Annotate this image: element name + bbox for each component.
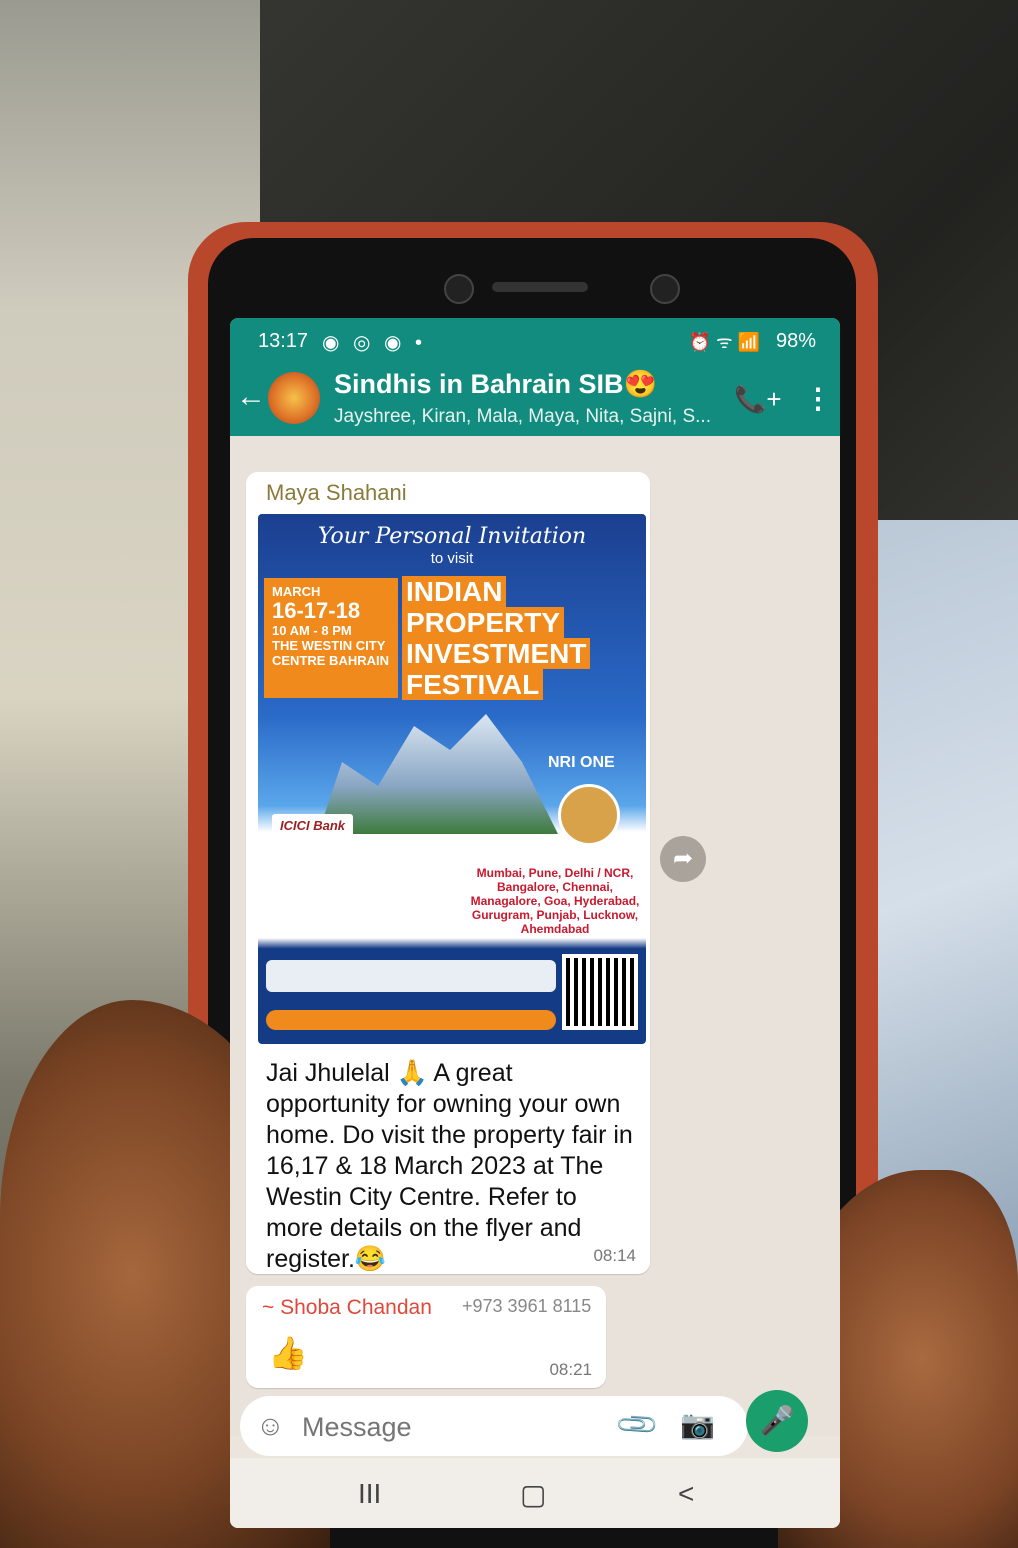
sender-name: ~ Shoba Chandan <box>262 1296 432 1319</box>
notification-icons: ◉ ◎ ◉ • <box>322 332 427 354</box>
flyer-seal <box>558 784 620 846</box>
flyer-title-line: INDIAN <box>402 576 507 607</box>
chat-area[interactable]: Maya Shahani Your Personal Invitation to… <box>230 436 840 1436</box>
sender-name: Maya Shahani <box>266 480 407 505</box>
flyer-to-visit: to visit <box>430 550 474 567</box>
message-bubble[interactable]: ~ Shoba Chandan +973 3961 8115 👍 08:21 <box>246 1286 606 1388</box>
message-time: 08:14 <box>593 1246 636 1265</box>
sensor <box>650 274 680 304</box>
message-bubble[interactable]: Maya Shahani Your Personal Invitation to… <box>246 472 650 1274</box>
group-avatar[interactable] <box>268 372 320 424</box>
back-button[interactable]: < <box>678 1478 694 1510</box>
emoji-icon[interactable]: ☺ <box>256 1410 285 1442</box>
flyer-contact-strip <box>266 1010 556 1030</box>
message-time: 08:21 <box>549 1360 592 1379</box>
group-members[interactable]: Jayshree, Kiran, Mala, Maya, Nita, Sajni… <box>334 406 711 428</box>
signal-icons: ⏰ ᯤ 📶 <box>688 332 760 352</box>
status-bar: 13:17 ◉ ◎ ◉ • ⏰ ᯤ 📶 98% <box>230 318 840 362</box>
flyer-bank-logo: ICICI Bank <box>272 814 354 837</box>
flyer-month: MARCH <box>272 584 321 599</box>
flyer-image[interactable]: Your Personal Invitation to visit MARCH … <box>258 514 646 1044</box>
sender-phone: +973 3961 8115 <box>462 1296 592 1316</box>
flyer-title-line: INVESTMENT <box>402 638 591 669</box>
phone-screen: 13:17 ◉ ◎ ◉ • ⏰ ᯤ 📶 98% ← Sindhis in Bah… <box>230 318 840 1528</box>
attach-icon[interactable]: 📎 <box>613 1401 661 1449</box>
add-call-icon[interactable]: 📞+ <box>734 384 782 415</box>
qr-code <box>562 954 638 1030</box>
flyer-dates: MARCH 16-17-18 10 AM - 8 PM THE WESTIN C… <box>264 578 398 698</box>
flyer-hours: 10 AM - 8 PM <box>272 623 352 638</box>
back-arrow-icon[interactable]: ← <box>236 380 266 414</box>
flyer-title-line: PROPERTY <box>402 607 565 638</box>
home-button[interactable]: ▢ <box>520 1478 546 1511</box>
group-name[interactable]: Sindhis in Bahrain SIB😍 <box>334 368 657 400</box>
flyer-invitation: Your Personal Invitation <box>317 524 587 549</box>
flyer-title: INDIAN PROPERTY INVESTMENT FESTIVAL <box>402 576 591 700</box>
flyer-partner-logo: NRI ONE <box>548 754 615 771</box>
thumbs-up-emoji: 👍 <box>268 1335 308 1371</box>
composer: ☺ 📎 📷 <box>240 1396 748 1456</box>
front-camera <box>444 274 474 304</box>
recents-button[interactable]: III <box>358 1478 381 1510</box>
mic-button[interactable]: 🎤 <box>746 1390 808 1452</box>
message-input[interactable] <box>300 1406 604 1448</box>
chat-header: ← Sindhis in Bahrain SIB😍 Jayshree, Kira… <box>230 362 840 436</box>
android-nav-bar: III ▢ < <box>230 1458 840 1528</box>
clock: 13:17 <box>258 330 309 352</box>
message-text: Jai Jhulelal 🙏 A great opportunity for o… <box>266 1059 633 1273</box>
flyer-title-line: FESTIVAL <box>402 669 544 700</box>
flyer-cities: Mumbai, Pune, Delhi / NCR, Bangalore, Ch… <box>470 866 640 936</box>
earpiece <box>492 282 588 292</box>
flyer-sponsor-strip <box>266 960 556 992</box>
flyer-days: 16-17-18 <box>272 598 361 623</box>
forward-icon[interactable]: ➦ <box>660 836 706 882</box>
flyer-skyline <box>318 714 558 834</box>
camera-icon[interactable]: 📷 <box>680 1408 715 1441</box>
flyer-venue: THE WESTIN CITY CENTRE BAHRAIN <box>272 638 389 668</box>
more-options-icon[interactable]: ⋮ <box>804 382 832 415</box>
battery-level: 98% <box>775 330 816 352</box>
